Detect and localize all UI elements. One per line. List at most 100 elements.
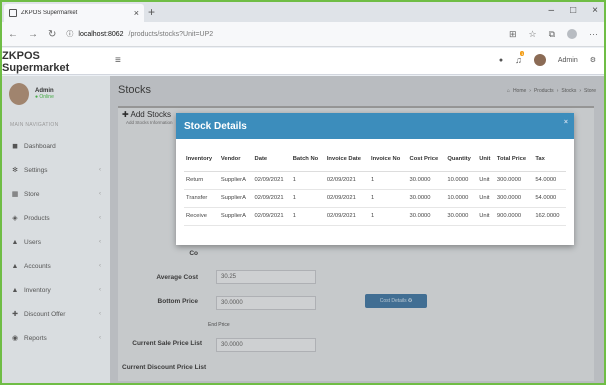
app-header: ZKPOS Supermarket ≡ ● ♫ 1 Admin ⚙ xyxy=(2,48,604,75)
table-cell: 02/09/2021 xyxy=(252,207,291,226)
sidebar-item-store[interactable]: ▦ Store ‹ xyxy=(2,182,110,206)
table-row: Return SupplierA 02/09/2021 1 02/09/2021 1 30.… xyxy=(184,171,566,190)
reading-view-icon[interactable]: ⊞ xyxy=(509,29,517,40)
info-icon[interactable]: ⓘ xyxy=(66,29,73,39)
table-cell: 1 xyxy=(290,171,325,190)
column-header: Batch No xyxy=(290,147,325,172)
table-cell: 10.0000 xyxy=(445,171,478,190)
table-cell: Transfer xyxy=(184,189,219,208)
collections-icon[interactable]: ⧉ xyxy=(549,29,555,40)
minimize-button[interactable]: – xyxy=(549,5,555,16)
sidebar-item-label: Store xyxy=(24,190,40,198)
table-cell: 10.0000 xyxy=(445,189,478,208)
table-cell: 02/09/2021 xyxy=(324,189,369,208)
stock-details-modal: Stock Details × Inventory Vendor Date Batch… xyxy=(176,113,574,245)
sidebar-item-content: ▦ Store xyxy=(11,190,40,199)
github-icon[interactable]: ● xyxy=(499,57,503,64)
reports-icon: ◉ xyxy=(11,335,19,342)
sidebar-item-dashboard[interactable]: ◼ Dashboard xyxy=(2,134,110,158)
sidebar-item-inventory[interactable]: ▲ Inventory ‹ xyxy=(2,278,110,302)
table-cell: Return xyxy=(184,171,219,190)
table-cell: 1 xyxy=(368,171,408,190)
sidebar-item-content: ◼ Dashboard xyxy=(11,142,56,151)
close-window-button[interactable]: × xyxy=(592,5,598,16)
brand-logo[interactable]: ZKPOS Supermarket xyxy=(2,48,110,75)
browser-toolbar-right: ⊞ ☆ ⧉ ··· xyxy=(509,29,598,40)
column-header: Quantity xyxy=(445,147,478,172)
table-cell: Unit xyxy=(477,171,495,190)
sidebar-item-label: Inventory xyxy=(24,286,51,294)
chevron-left-icon: ‹ xyxy=(99,167,101,173)
table-cell: 162.0000 xyxy=(533,207,566,226)
profile-icon[interactable] xyxy=(567,29,577,39)
browser-tab[interactable]: ZKPOS Supermarket × xyxy=(4,4,144,22)
table-cell: Unit xyxy=(477,207,495,226)
favorite-icon[interactable]: ☆ xyxy=(528,29,536,40)
column-header: Tax xyxy=(533,147,566,172)
forward-icon[interactable]: → xyxy=(28,29,38,40)
table-cell: 30.0000 xyxy=(407,171,446,190)
maximize-button[interactable]: □ xyxy=(570,5,576,16)
user-avatar[interactable] xyxy=(533,54,546,66)
url-path: /products/stocks?Unit=UP2 xyxy=(128,30,214,38)
address-bar: ← → ↻ ⓘ localhost:8062/products/stocks?U… xyxy=(2,22,604,47)
table-cell: Receive xyxy=(184,207,219,226)
sidebar-item-users[interactable]: ▲ Users ‹ xyxy=(2,230,110,254)
modal-close-icon[interactable]: × xyxy=(564,119,568,126)
accounts-icon: ▲ xyxy=(11,262,19,270)
table-row: Receive SupplierA 02/09/2021 1 02/09/2021 1 30… xyxy=(184,207,566,226)
tab-title: ZKPOS Supermarket xyxy=(21,10,78,16)
refresh-icon[interactable]: ↻ xyxy=(48,29,56,40)
back-icon[interactable]: ← xyxy=(8,29,18,40)
chevron-left-icon: ‹ xyxy=(99,191,101,197)
chevron-left-icon: ‹ xyxy=(99,239,101,245)
table-cell: 02/09/2021 xyxy=(252,189,291,208)
table-cell: SupplierA xyxy=(218,171,253,190)
chevron-left-icon: ‹ xyxy=(99,215,101,221)
notification-badge: 1 xyxy=(520,51,525,56)
chevron-left-icon: ‹ xyxy=(99,311,101,317)
new-tab-button[interactable]: + xyxy=(148,5,155,19)
user-status: ● Online xyxy=(35,94,54,100)
modal-title: Stock Details xyxy=(184,120,247,132)
column-header: Unit xyxy=(477,147,495,172)
table-cell: 300.0000 xyxy=(494,189,534,208)
browser-window: ZKPOS Supermarket × + – □ × ← → ↻ ⓘ loca… xyxy=(2,2,604,383)
table-cell: 02/09/2021 xyxy=(324,171,369,190)
menu-icon[interactable]: ··· xyxy=(589,29,598,39)
sidebar-item-label: Accounts xyxy=(24,262,51,270)
table-cell: 1 xyxy=(368,207,408,226)
sidebar-item-label: Products xyxy=(24,214,50,222)
sidebar-menu: ◼ Dashboard ✻ Settings ‹ ▦ Store ‹ ◈ Products ‹ ▲ Us… xyxy=(2,134,110,350)
sidebar-item-label: Discount Offer xyxy=(24,310,66,318)
sidebar-item-content: ▲ Inventory xyxy=(11,287,51,294)
url-field[interactable]: ⓘ localhost:8062/products/stocks?Unit=UP… xyxy=(66,29,499,39)
table-cell: 02/09/2021 xyxy=(324,207,369,226)
table-cell: 30.0000 xyxy=(407,207,446,226)
table-cell: 02/09/2021 xyxy=(252,171,291,190)
column-header: Inventory xyxy=(184,147,219,172)
sidebar-item-products[interactable]: ◈ Products ‹ xyxy=(2,206,110,230)
sidebar-item-discount-offer[interactable]: ✚ Discount Offer ‹ xyxy=(2,302,110,326)
window-controls: – □ × xyxy=(549,5,598,16)
sidebar-item-reports[interactable]: ◉ Reports ‹ xyxy=(2,326,110,350)
sidebar-item-content: ✚ Discount Offer xyxy=(11,310,66,319)
column-header: Cost Price xyxy=(407,147,446,172)
notification-icon[interactable]: ♫ 1 xyxy=(515,51,525,65)
header-user-name[interactable]: Admin xyxy=(558,57,578,64)
modal-body: Inventory Vendor Date Batch No Invoice Date I… xyxy=(176,139,574,226)
sidebar-item-settings[interactable]: ✻ Settings ‹ xyxy=(2,158,110,182)
sidebar-toggle-icon[interactable]: ≡ xyxy=(115,55,121,66)
settings-gear-icon[interactable]: ⚙ xyxy=(590,56,596,64)
close-tab-icon[interactable]: × xyxy=(134,8,139,18)
sidebar-item-content: ▲ Accounts xyxy=(11,263,51,270)
table-cell: 1 xyxy=(290,207,325,226)
sidebar-item-accounts[interactable]: ▲ Accounts ‹ xyxy=(2,254,110,278)
sidebar-item-content: ▲ Users xyxy=(11,239,41,246)
table-cell: 30.0000 xyxy=(445,207,478,226)
dashboard-icon: ◼ xyxy=(12,143,18,150)
page-icon xyxy=(9,9,17,17)
table-cell: SupplierA xyxy=(218,189,253,208)
column-header: Invoice No xyxy=(368,147,408,172)
stock-details-table: Inventory Vendor Date Batch No Invoice Date I… xyxy=(184,147,566,226)
